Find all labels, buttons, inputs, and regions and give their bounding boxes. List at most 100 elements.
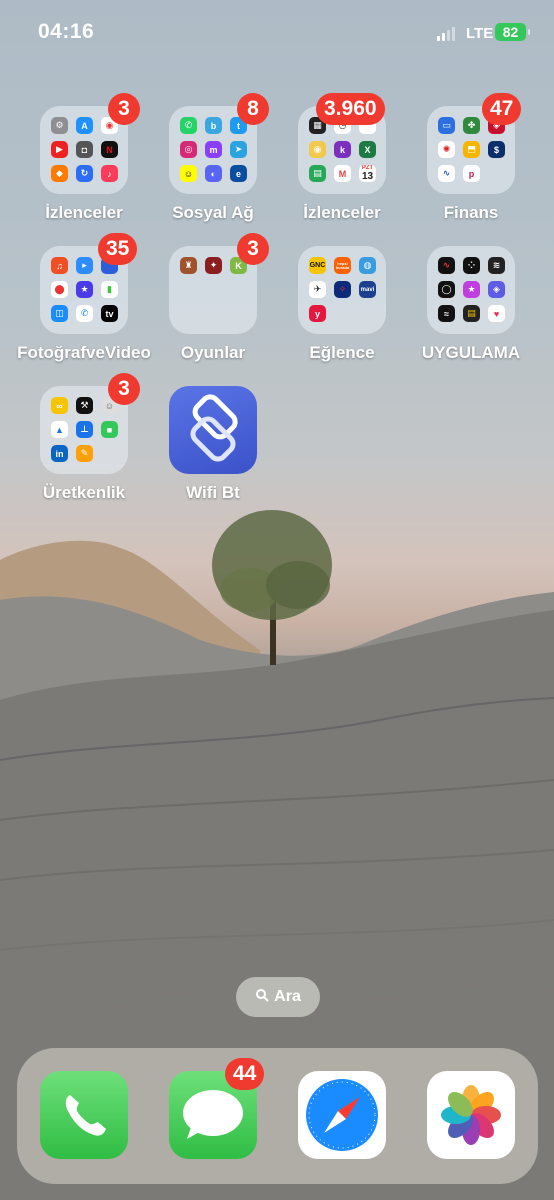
folder-izlenceler-2[interactable]: ▦ ◷ ◉ k X ▤ M PZT 13 3.960 İzlenceler <box>278 93 398 236</box>
folder-izlenceler-1[interactable]: ⚙ A ◉ ▶ ◘ N ◆ ↻ ♪ 3 İzlenceler <box>20 93 140 236</box>
search-button[interactable]: Ara <box>236 977 320 1017</box>
heart-rate-icon: ∿ <box>438 257 455 274</box>
notification-badge: 47 <box>482 93 522 125</box>
voice-memo-icon: ≋ <box>488 257 505 274</box>
maps-icon: ⬤ <box>51 281 68 298</box>
dock: 44 <box>17 1048 538 1184</box>
app-label: FotoğrafveVideo <box>17 343 151 362</box>
garageband-icon: ♫ <box>51 257 68 274</box>
papara-icon: p <box>463 165 480 182</box>
notification-badge: 44 <box>225 1058 265 1090</box>
apple-tv-icon: tv <box>101 305 118 322</box>
folder-finans[interactable]: ▭ ✤ ◈ ✺ ⬒ $ ∿ p 47 Finans <box>407 93 527 236</box>
notification-badge: 3 <box>108 373 140 405</box>
photos-app[interactable] <box>427 1071 515 1159</box>
notification-badge: 8 <box>237 93 269 125</box>
game-icon: ✦ <box>205 257 222 274</box>
zoom-icon: ▸ <box>76 257 93 274</box>
keynote-icon: ⊥ <box>76 421 93 438</box>
youtube-icon: ▶ <box>51 141 68 158</box>
imovie-icon: ★ <box>76 281 93 298</box>
glasses-icon: ∞ <box>51 397 68 414</box>
pages-icon: ✎ <box>76 445 93 462</box>
hepsiburada-text: hepsi burada <box>335 260 350 270</box>
stocks-icon: ≈ <box>438 305 455 322</box>
notification-badge: 3.960 <box>316 93 385 125</box>
mavi-icon: mavi <box>359 281 376 298</box>
phone-icon <box>65 1095 106 1136</box>
photos-icon <box>441 1085 501 1145</box>
folder-icon: GNC hepsi burada ◍ ✈ ✧ mavi y <box>298 246 386 334</box>
carrefour-icon: ✈ <box>309 281 326 298</box>
safari-icon <box>306 1079 378 1151</box>
folder-uretkenlik[interactable]: ∞ ⚒ ☺ ▲ ⊥ ■ in ✎ 3 Üretkenlik <box>20 373 140 516</box>
telegram-icon: ➤ <box>230 141 247 158</box>
folder-eglence[interactable]: GNC hepsi burada ◍ ✈ ✧ mavi y Eğlence <box>278 246 398 376</box>
phone-mini-icon: ✆ <box>76 305 93 322</box>
folder-oyunlar[interactable]: ♜ ✦ K 3 Oyunlar <box>149 233 269 376</box>
facetime-icon: ■ <box>101 421 118 438</box>
app-label: İzlenceler <box>303 203 381 222</box>
settings-icon: ⚙ <box>51 117 68 134</box>
notification-badge: 3 <box>237 233 269 265</box>
app-label: Finans <box>443 203 499 222</box>
calendar-icon: PZT 13 <box>359 165 376 182</box>
app-label: Wifi Bt <box>186 483 240 502</box>
shop-icon: ◫ <box>51 305 68 322</box>
drive-icon: ▲ <box>51 421 68 438</box>
phone-app[interactable] <box>40 1071 128 1159</box>
app-label: Üretkenlik <box>42 483 126 502</box>
linkedin-icon: in <box>51 445 68 462</box>
netflix-icon: N <box>101 141 118 158</box>
music-icon: ♪ <box>101 165 118 182</box>
bip-icon: b <box>205 117 222 134</box>
hepsiburada-icon: hepsi burada <box>334 257 351 274</box>
k-app-icon: k <box>334 141 351 158</box>
coin-icon: ◉ <box>309 141 326 158</box>
gnc-icon: GNC <box>309 257 326 274</box>
instagram-icon: ◎ <box>180 141 197 158</box>
clash-icon: ♜ <box>180 257 197 274</box>
folder-uygulama[interactable]: ∿ ⁘ ≋ ◯ ★ ◈ ≈ ▤ ♥ UYGULAMA <box>407 246 527 376</box>
camera-icon: ◘ <box>76 141 93 158</box>
tools-icon: ⚒ <box>76 397 93 414</box>
gnc-text: GNC <box>309 262 326 269</box>
folder-fotografvevideo[interactable]: ♫ ▸ ⬤ ★ ▮ ◫ ✆ tv 35 FotoğrafveVideo <box>17 233 151 376</box>
tv-text: tv <box>105 308 114 319</box>
bank-icon: ▭ <box>438 117 455 134</box>
notification-badge: 35 <box>98 233 138 265</box>
folder-sosyal-ag[interactable]: ✆ b t ◎ m ➤ ☺ ◐ e 8 Sosyal Ağ <box>149 93 269 236</box>
edevlet-icon: e <box>230 165 247 182</box>
watch-icon: ◯ <box>438 281 455 298</box>
numbers-icon: ▮ <box>101 281 118 298</box>
messages-app[interactable]: 44 <box>169 1058 265 1159</box>
excel-icon: X <box>359 141 376 158</box>
app-label: Sosyal Ağ <box>172 203 254 222</box>
whatsapp-icon: ✆ <box>180 117 197 134</box>
discord-icon: ◐ <box>205 165 222 182</box>
bird-icon: ✧ <box>334 281 351 298</box>
status-time: 04:16 <box>38 20 95 43</box>
sheets-icon: ▤ <box>309 165 326 182</box>
gmail-icon: M <box>334 165 351 182</box>
notification-badge: 3 <box>108 93 140 125</box>
dollar-icon: $ <box>488 141 505 158</box>
sync-icon: ↻ <box>76 165 93 182</box>
app-label: Oyunlar <box>180 343 246 362</box>
globe-icon: ◍ <box>359 257 376 274</box>
tree-icon <box>212 510 332 665</box>
folder-icon: ∿ ⁘ ≋ ◯ ★ ◈ ≈ ▤ ♥ <box>427 246 515 334</box>
wallet-icon: ⬒ <box>463 141 480 158</box>
shortcuts-icon <box>169 386 257 474</box>
messenger-icon: m <box>205 141 222 158</box>
health-icon: ♥ <box>488 305 505 322</box>
app-label: İzlenceler <box>45 203 123 222</box>
safari-app[interactable] <box>298 1071 386 1159</box>
app-label: Eğlence <box>309 343 375 362</box>
app-store-icon: A <box>76 117 93 134</box>
snapchat-icon: ☺ <box>180 165 197 182</box>
app-wifi-bt[interactable]: Wifi Bt <box>149 386 269 516</box>
search-icon <box>255 988 269 1007</box>
yemeksepeti-icon: y <box>309 305 326 322</box>
garanti-icon: ✤ <box>463 117 480 134</box>
